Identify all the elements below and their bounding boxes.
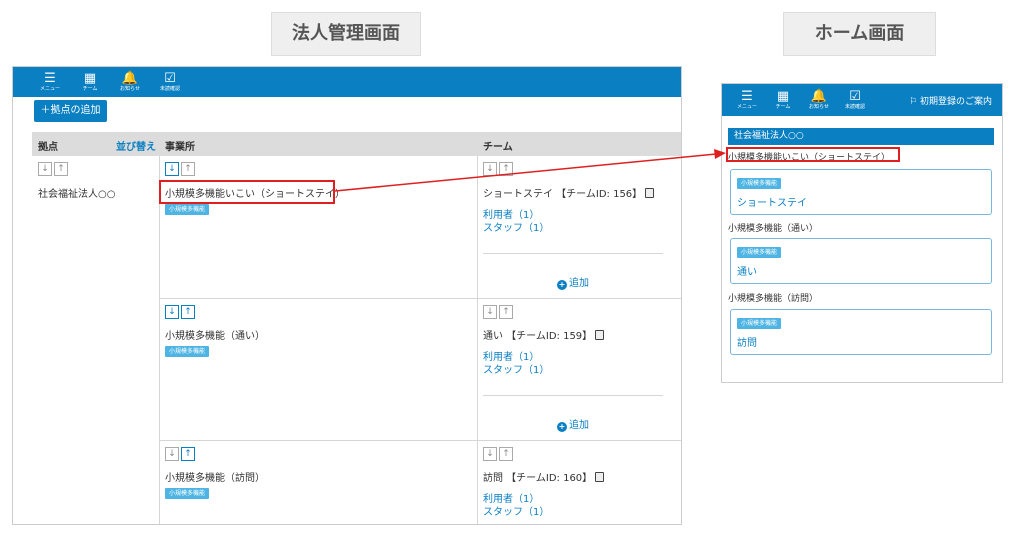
arrowhead-icon [714,149,726,159]
connector-arrow [334,149,726,192]
connector-line [334,153,717,192]
